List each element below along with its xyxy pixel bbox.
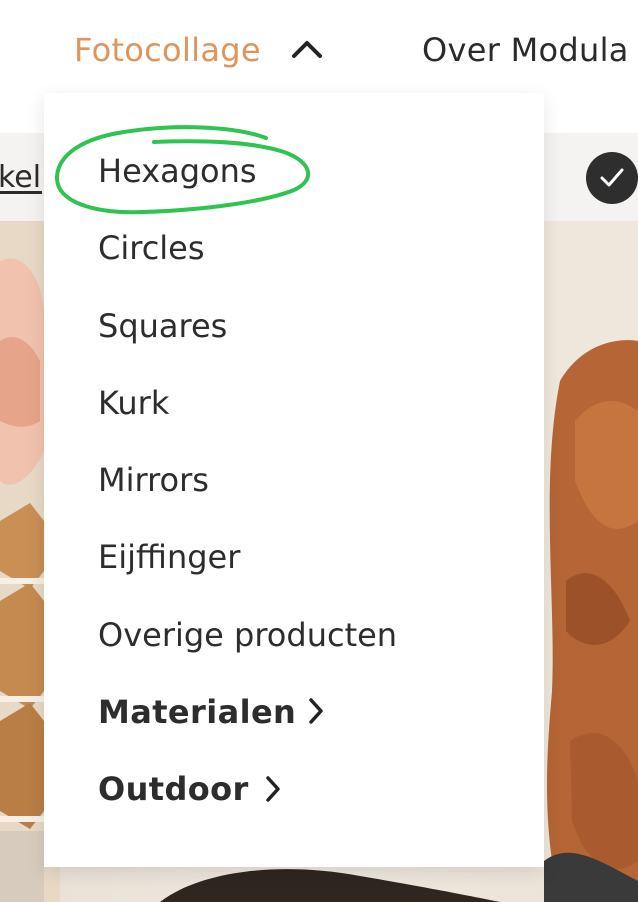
menu-item-outdoor[interactable]: Outdoor: [98, 767, 249, 811]
menu-item-circles[interactable]: Circles: [98, 226, 205, 270]
chevron-right-icon[interactable]: [263, 774, 283, 804]
checkmark-icon: [600, 168, 624, 187]
chevron-up-icon[interactable]: [290, 34, 324, 64]
top-navigation: Fotocollage Over Modula: [0, 0, 638, 100]
nav-item-over-modula[interactable]: Over Modula: [422, 28, 629, 72]
nav-item-fotocollage[interactable]: Fotocollage: [74, 28, 261, 72]
menu-item-mirrors[interactable]: Mirrors: [98, 458, 209, 502]
fotocollage-dropdown-menu: Hexagons Circles Squares Kurk Mirrors Ei…: [44, 93, 544, 867]
menu-item-squares[interactable]: Squares: [98, 304, 227, 348]
menu-item-eijffinger[interactable]: Eijffinger: [98, 535, 240, 579]
menu-item-materialen[interactable]: Materialen: [98, 690, 296, 734]
menu-item-overige-producten[interactable]: Overige producten: [98, 613, 397, 657]
menu-item-kurk[interactable]: Kurk: [98, 381, 169, 425]
chevron-right-icon[interactable]: [306, 696, 326, 726]
checkmark-badge: [586, 152, 638, 204]
strip-link[interactable]: keli: [0, 156, 42, 200]
menu-item-hexagons[interactable]: Hexagons: [98, 149, 257, 193]
